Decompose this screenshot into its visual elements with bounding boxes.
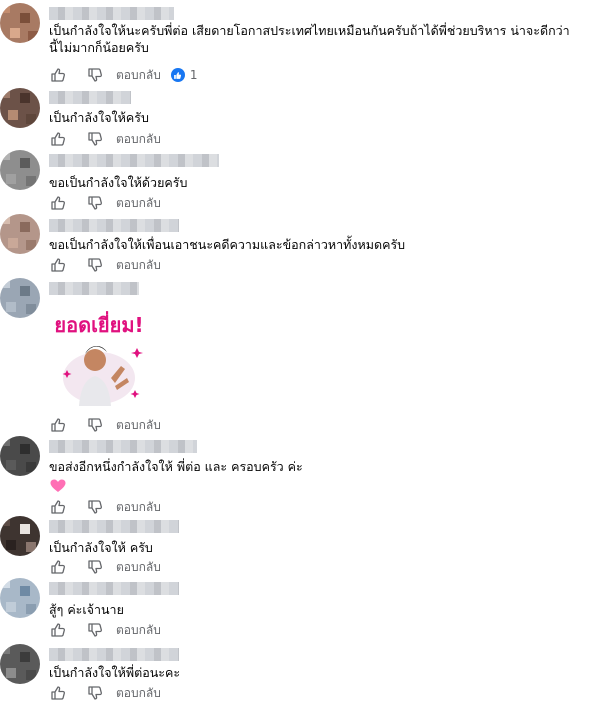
celebration-sticker-icon[interactable]: ยอดเยี่ยม! [49,308,149,408]
thumbs-down-icon[interactable] [87,131,103,147]
thumbs-down-icon[interactable] [87,559,103,575]
comment-actions: ตอบกลับ [50,621,161,639]
comment-actions: ตอบกลับ [50,194,161,212]
pink-heart-icon [50,479,66,492]
comment-text: สู้ๆ ค่ะเจ้านาย [49,602,124,617]
comment-text: ขอเป็นกำลังใจให้ด้วยครับ [49,175,188,190]
reply-link[interactable]: ตอบกลับ [116,66,161,85]
reply-link[interactable]: ตอบกลับ [116,194,161,213]
thumbs-down-icon[interactable] [87,417,103,433]
thumbs-down-icon[interactable] [87,499,103,515]
reply-link[interactable]: ตอบกลับ [116,256,161,275]
reply-link[interactable]: ตอบกลับ [116,558,161,577]
commenter-name[interactable] [49,154,219,167]
comment-text: เป็นกำลังใจให้นะครับพี่ต่อ เสียดายโอกาสป… [49,23,570,55]
thumbs-up-icon[interactable] [50,559,66,575]
comment-actions: ตอบกลับ [50,498,161,516]
avatar[interactable] [0,150,40,190]
thumbs-down-icon[interactable] [87,67,103,83]
like-reaction-icon [170,68,185,82]
sticker-text: ยอดเยี่ยม! [54,310,143,337]
thumbs-up-icon[interactable] [50,685,66,701]
comment-text: ขอเป็นกำลังใจให้เพื่อนเอาชนะคดีความและข้… [49,237,406,252]
reply-link[interactable]: ตอบกลับ [116,498,161,517]
thumbs-down-icon[interactable] [87,195,103,211]
avatar[interactable] [0,214,40,254]
reply-link[interactable]: ตอบกลับ [116,621,161,640]
reply-link[interactable]: ตอบกลับ [116,130,161,149]
commenter-name[interactable] [49,91,131,104]
thumbs-up-icon[interactable] [50,131,66,147]
avatar[interactable] [0,644,40,684]
comment-actions: ตอบกลับ [50,256,161,274]
thumbs-up-icon[interactable] [50,195,66,211]
thumbs-up-icon[interactable] [50,257,66,273]
avatar[interactable] [0,3,40,43]
reply-link[interactable]: ตอบกลับ [116,416,161,435]
commenter-name[interactable] [49,582,179,595]
thumbs-up-icon[interactable] [50,499,66,515]
commenter-name[interactable] [49,440,197,453]
comment-text: เป็นกำลังใจให้ ครับ [49,540,153,555]
avatar[interactable] [0,578,40,618]
avatar[interactable] [0,278,40,318]
commenter-name[interactable] [49,7,174,20]
comment-text: เป็นกำลังใจให้พี่ต่อนะคะ [49,665,181,680]
thumbs-up-icon[interactable] [50,67,66,83]
commenter-name[interactable] [49,219,179,232]
thumbs-down-icon[interactable] [87,622,103,638]
avatar[interactable] [0,516,40,556]
commenter-name[interactable] [49,282,139,295]
comment-text: เป็นกำลังใจให้ครับ [49,110,149,125]
thumbs-up-icon[interactable] [50,622,66,638]
comment-actions: ตอบกลับ 1 [50,66,198,84]
commenter-name[interactable] [49,648,179,661]
reaction-summary[interactable]: 1 [170,68,198,82]
avatar[interactable] [0,88,40,128]
comment-actions: ตอบกลับ [50,130,161,148]
comment-actions: ตอบกลับ [50,558,161,576]
thumbs-down-icon[interactable] [87,685,103,701]
comment-actions: ตอบกลับ [50,416,161,434]
thumbs-up-icon[interactable] [50,417,66,433]
commenter-name[interactable] [49,520,179,533]
reaction-count: 1 [189,68,198,82]
thumbs-down-icon[interactable] [87,257,103,273]
comment-text: ขอส่งอีกหนึ่งกำลังใจให้ พี่ต่อ และ ครอบค… [49,459,303,474]
avatar[interactable] [0,436,40,476]
comment-actions: ตอบกลับ [50,684,161,702]
